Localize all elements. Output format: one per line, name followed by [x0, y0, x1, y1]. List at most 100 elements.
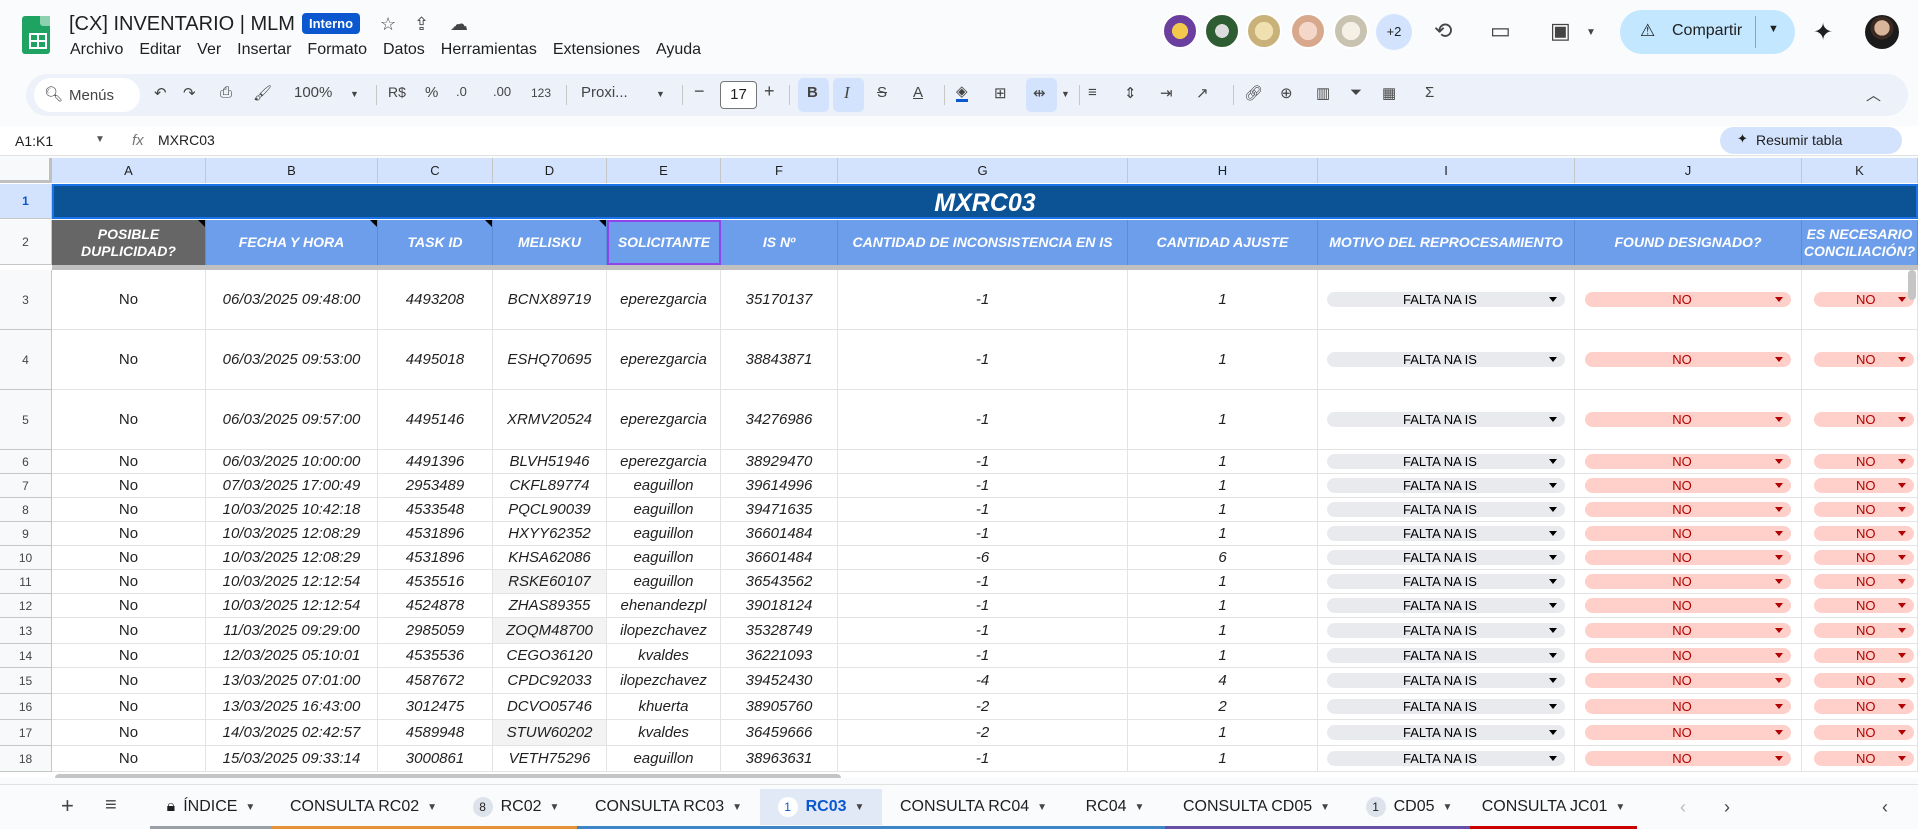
- cell[interactable]: -1: [838, 618, 1128, 643]
- cell[interactable]: ilopezchavez: [607, 668, 721, 693]
- chevron-down-icon[interactable]: ▼: [656, 89, 665, 99]
- cell[interactable]: 06/03/2025 09:57:00: [206, 390, 378, 449]
- cell[interactable]: -1: [838, 746, 1128, 771]
- column-header-h[interactable]: H: [1128, 158, 1318, 183]
- column-header-e[interactable]: E: [607, 158, 721, 183]
- cell[interactable]: FALTA NA IS: [1318, 270, 1575, 329]
- cell[interactable]: 4491396: [378, 450, 493, 473]
- cell[interactable]: 1: [1128, 450, 1318, 473]
- cell[interactable]: 1: [1128, 390, 1318, 449]
- menu-datos[interactable]: Datos: [383, 41, 425, 58]
- chevron-down-icon[interactable]: ▼: [1135, 802, 1145, 813]
- cell[interactable]: XRMV20524: [493, 390, 607, 449]
- cell[interactable]: -2: [838, 694, 1128, 719]
- cell[interactable]: BCNX89719: [493, 270, 607, 329]
- cell[interactable]: NO: [1575, 668, 1802, 693]
- cell[interactable]: No: [52, 720, 206, 745]
- motivo-dropdown-chip[interactable]: FALTA NA IS: [1327, 751, 1565, 766]
- search-menus-button[interactable]: 🔍︎ Menús: [34, 78, 140, 112]
- motivo-dropdown-chip[interactable]: FALTA NA IS: [1327, 478, 1565, 493]
- filter-icon[interactable]: ⏷: [1350, 84, 1362, 101]
- found-dropdown-chip[interactable]: NO: [1585, 412, 1791, 427]
- cell[interactable]: NO: [1802, 694, 1918, 719]
- cell[interactable]: eaguillon: [607, 498, 721, 521]
- row-header[interactable]: 10: [0, 546, 52, 570]
- cell[interactable]: NO: [1802, 746, 1918, 771]
- text-color-icon[interactable]: A: [913, 84, 923, 101]
- cell[interactable]: -1: [838, 330, 1128, 389]
- chevron-down-icon[interactable]: ▼: [1320, 802, 1330, 813]
- cell[interactable]: 6: [1128, 546, 1318, 569]
- cell[interactable]: -1: [838, 522, 1128, 545]
- sheet-tab[interactable]: 8 RC02 ▼: [455, 789, 577, 829]
- found-dropdown-chip[interactable]: NO: [1585, 574, 1791, 589]
- collapse-toolbar-icon[interactable]: ︿: [1866, 84, 1881, 105]
- strikethrough-icon[interactable]: S: [877, 84, 887, 101]
- column-header-c[interactable]: C: [378, 158, 493, 183]
- cell[interactable]: eperezgarcia: [607, 330, 721, 389]
- menu-ver[interactable]: Ver: [197, 41, 221, 58]
- cell[interactable]: NO: [1575, 270, 1802, 329]
- found-dropdown-chip[interactable]: NO: [1585, 623, 1791, 638]
- cell[interactable]: eaguillon: [607, 570, 721, 593]
- row-header[interactable]: 16: [0, 694, 52, 720]
- cell[interactable]: 10/03/2025 10:42:18: [206, 498, 378, 521]
- cell[interactable]: NO: [1575, 720, 1802, 745]
- cell[interactable]: NO: [1802, 330, 1918, 389]
- column-header-cell[interactable]: IS Nº: [721, 220, 838, 265]
- sheet-tab[interactable]: CONSULTA RC03 ▼: [577, 789, 760, 829]
- cell[interactable]: 12/03/2025 05:10:01: [206, 644, 378, 667]
- conciliacion-dropdown-chip[interactable]: NO: [1814, 412, 1914, 427]
- sheet-tab[interactable]: CONSULTA RC04 ▼: [882, 789, 1065, 829]
- row-header[interactable]: 6: [0, 450, 52, 474]
- cell[interactable]: -4: [838, 668, 1128, 693]
- conciliacion-dropdown-chip[interactable]: NO: [1814, 725, 1914, 740]
- cell[interactable]: NO: [1575, 644, 1802, 667]
- menu-insertar[interactable]: Insertar: [237, 41, 291, 58]
- cell[interactable]: NO: [1802, 522, 1918, 545]
- cell[interactable]: 36601484: [721, 522, 838, 545]
- conciliacion-dropdown-chip[interactable]: NO: [1814, 598, 1914, 613]
- column-header-a[interactable]: A: [52, 158, 206, 183]
- cell[interactable]: NO: [1802, 498, 1918, 521]
- cell[interactable]: NO: [1802, 668, 1918, 693]
- increase-decimal-button[interactable]: .00: [493, 84, 511, 99]
- vertical-align-icon[interactable]: ⇕: [1124, 84, 1137, 102]
- cell[interactable]: 36543562: [721, 570, 838, 593]
- column-header-d[interactable]: D: [493, 158, 607, 183]
- text-rotation-icon[interactable]: ↗: [1196, 84, 1209, 102]
- menu-editar[interactable]: Editar: [139, 41, 181, 58]
- row-header[interactable]: 13: [0, 618, 52, 644]
- cell[interactable]: 4587672: [378, 668, 493, 693]
- conciliacion-dropdown-chip[interactable]: NO: [1814, 526, 1914, 541]
- motivo-dropdown-chip[interactable]: FALTA NA IS: [1327, 673, 1565, 688]
- chevron-down-icon[interactable]: ▼: [732, 802, 742, 813]
- cell[interactable]: 4531896: [378, 522, 493, 545]
- cell[interactable]: 15/03/2025 09:33:14: [206, 746, 378, 771]
- cell[interactable]: -6: [838, 546, 1128, 569]
- cell[interactable]: FALTA NA IS: [1318, 694, 1575, 719]
- conciliacion-dropdown-chip[interactable]: NO: [1814, 478, 1914, 493]
- insert-comment-icon[interactable]: ⊕: [1280, 84, 1293, 102]
- chevron-down-icon[interactable]: ▼: [1768, 23, 1779, 35]
- cell[interactable]: NO: [1802, 618, 1918, 643]
- currency-format-button[interactable]: R$: [388, 84, 406, 100]
- name-box[interactable]: A1:K1: [15, 133, 53, 149]
- conciliacion-dropdown-chip[interactable]: NO: [1814, 699, 1914, 714]
- gemini-sparkle-icon[interactable]: ✦: [1813, 18, 1833, 47]
- cell[interactable]: 4: [1128, 668, 1318, 693]
- horizontal-align-icon[interactable]: ≡: [1088, 84, 1097, 101]
- cell[interactable]: 36221093: [721, 644, 838, 667]
- motivo-dropdown-chip[interactable]: FALTA NA IS: [1327, 502, 1565, 517]
- cell[interactable]: STUW60202: [493, 720, 607, 745]
- cell[interactable]: 39614996: [721, 474, 838, 497]
- cell[interactable]: No: [52, 498, 206, 521]
- cell[interactable]: -1: [838, 594, 1128, 617]
- cell[interactable]: ehenandezpl: [607, 594, 721, 617]
- cell[interactable]: eaguillon: [607, 546, 721, 569]
- row-header[interactable]: 1: [0, 184, 52, 219]
- italic-icon[interactable]: I: [844, 83, 850, 103]
- chevron-down-icon[interactable]: ▼: [245, 802, 255, 813]
- row-header[interactable]: 18: [0, 746, 52, 772]
- all-sheets-icon[interactable]: ≡: [105, 794, 117, 817]
